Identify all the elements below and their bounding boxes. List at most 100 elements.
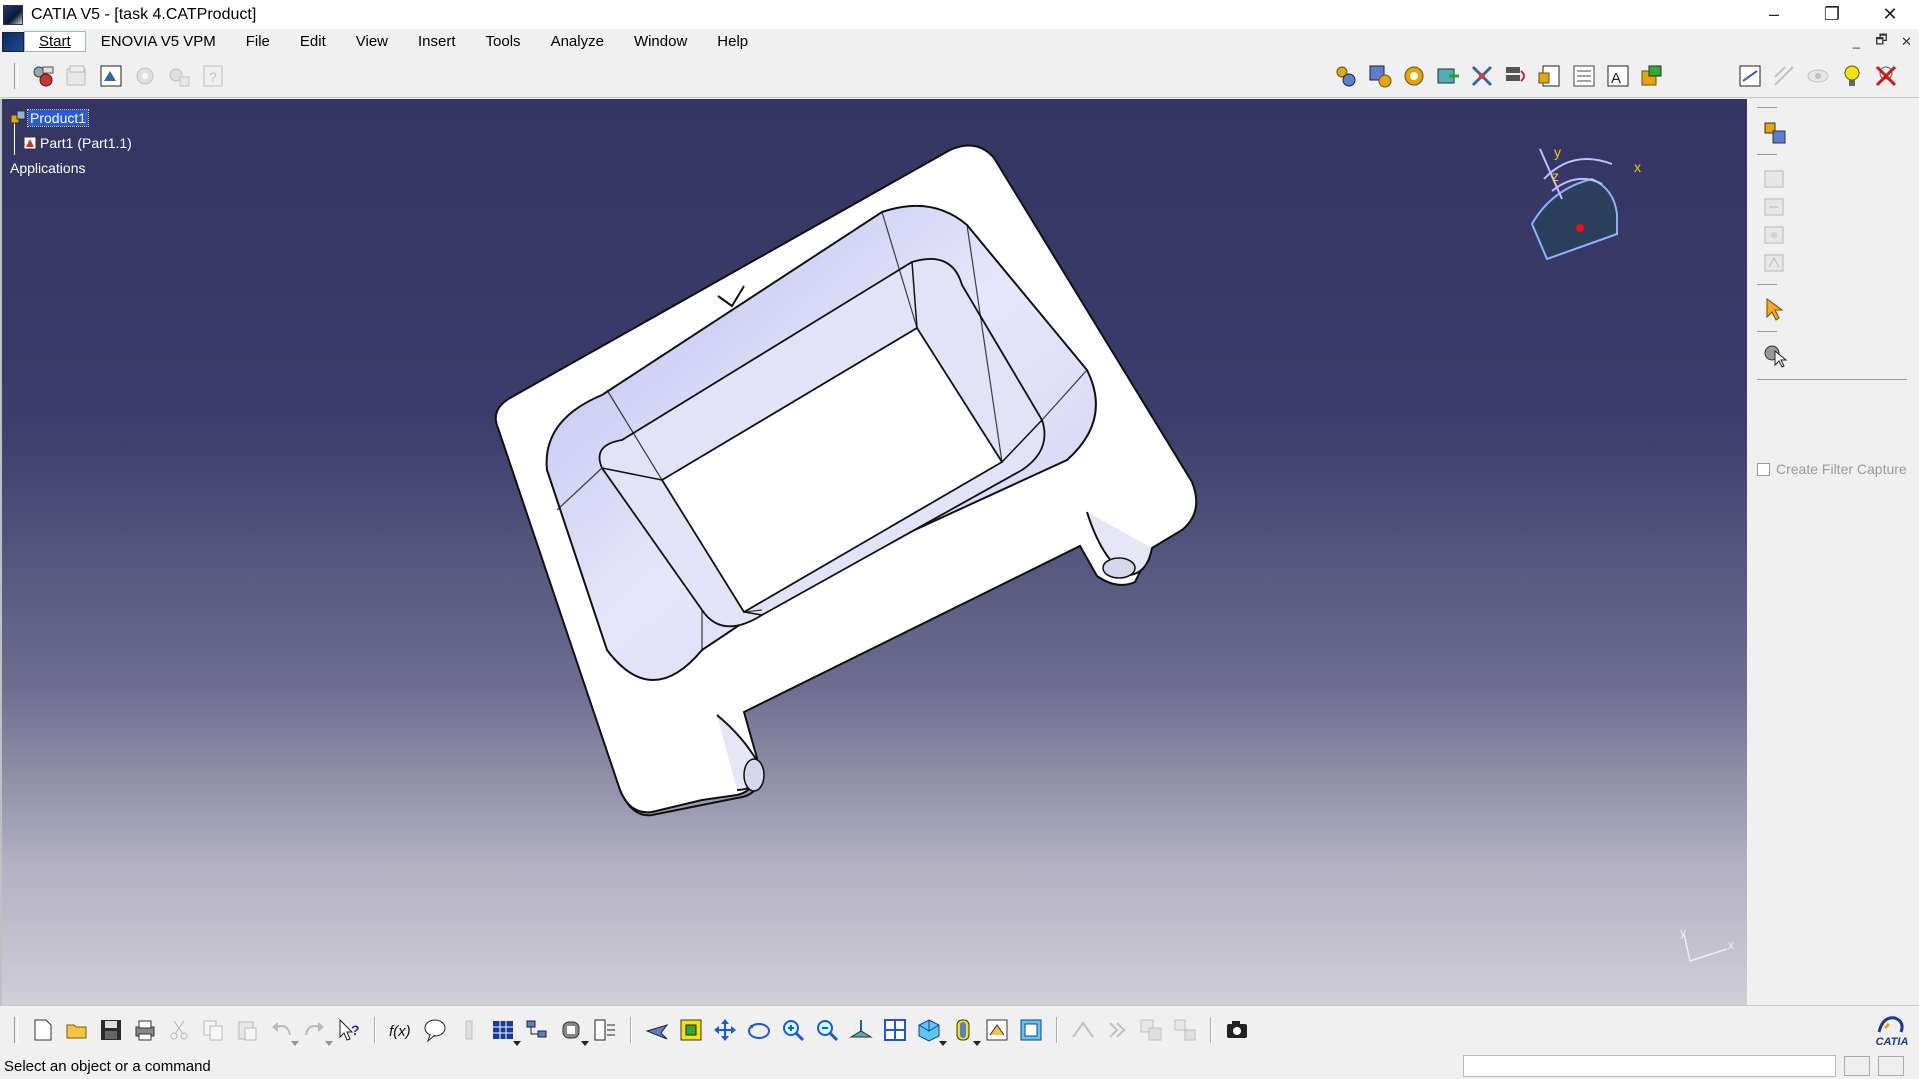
status-message: Select an object or a command <box>4 1057 211 1075</box>
undo-icon[interactable] <box>267 1016 299 1046</box>
existing-component-icon[interactable] <box>1761 165 1789 193</box>
analysis-icon[interactable] <box>1069 1016 1097 1044</box>
catalog-browser2-icon[interactable] <box>557 1016 589 1046</box>
fix-component-icon[interactable] <box>1400 62 1428 90</box>
snap-icon[interactable] <box>1502 62 1530 90</box>
select-arrow-icon[interactable] <box>1761 295 1789 323</box>
command-input[interactable] <box>1463 1055 1836 1077</box>
save-icon[interactable] <box>97 1016 125 1044</box>
isometric-view-icon[interactable] <box>915 1016 947 1046</box>
scenes-icon[interactable] <box>1570 62 1598 90</box>
create-filter-capture[interactable]: Create Filter Capture <box>1757 461 1907 477</box>
compass-widget[interactable]: y z x <box>1522 119 1642 269</box>
menu-window[interactable]: Window <box>619 33 702 50</box>
rotate-icon[interactable] <box>745 1016 773 1044</box>
tree-expand-icon[interactable] <box>523 1016 551 1044</box>
table-icon[interactable] <box>489 1016 521 1046</box>
fit-all-in-icon[interactable] <box>677 1016 705 1044</box>
move-icon[interactable] <box>1434 62 1462 90</box>
next-icon[interactable] <box>1103 1016 1131 1044</box>
explode-icon[interactable] <box>1468 62 1496 90</box>
group-icon[interactable] <box>1137 1016 1165 1044</box>
menu-start[interactable]: Start <box>24 31 86 52</box>
assembly-constraint-icon[interactable] <box>1366 62 1394 90</box>
product-management-icon[interactable] <box>63 62 91 90</box>
gears-options-icon[interactable] <box>29 62 57 90</box>
print-icon[interactable] <box>131 1016 159 1044</box>
bottom-toolbar: ? f(x) CATIA <box>0 1005 1919 1053</box>
new-component-icon[interactable] <box>1761 193 1789 221</box>
3d-part-model[interactable] <box>2 99 1747 1005</box>
top-toolbar: ? A <box>0 54 1919 98</box>
bill-of-material-icon[interactable] <box>1536 62 1564 90</box>
title-bar: CATIA V5 - [task 4.CATProduct] – ❐ ✕ <box>0 0 1919 29</box>
measure-icon[interactable] <box>1736 62 1764 90</box>
zoom-out-icon[interactable] <box>813 1016 841 1044</box>
doc-minimize-button[interactable]: _ <box>1844 29 1869 54</box>
menu-analyze[interactable]: Analyze <box>536 33 619 50</box>
design-table-icon[interactable] <box>455 1016 483 1044</box>
hide-show-icon[interactable] <box>1804 62 1832 90</box>
formula-icon[interactable]: f(x) <box>387 1016 415 1044</box>
catia-app-icon[interactable] <box>3 4 23 25</box>
normal-view-icon[interactable] <box>847 1016 875 1044</box>
gear-settings-icon[interactable] <box>131 62 159 90</box>
right-toolbar: Create Filter Capture <box>1749 99 1919 1005</box>
bottom-toolbar-grip[interactable] <box>14 1016 18 1043</box>
window-title: CATIA V5 - [task 4.CATProduct] <box>31 5 257 23</box>
paste-icon[interactable] <box>233 1016 261 1044</box>
lightbulb-icon[interactable] <box>1838 62 1866 90</box>
doc-restore-button[interactable]: 🗗 <box>1869 29 1894 54</box>
compass-z-label: z <box>1552 168 1559 184</box>
pan-icon[interactable] <box>711 1016 739 1044</box>
restore-button[interactable]: ❐ <box>1803 0 1861 29</box>
menu-help[interactable]: Help <box>702 33 763 50</box>
redo-icon[interactable] <box>301 1016 333 1046</box>
menu-edit[interactable]: Edit <box>285 33 341 50</box>
comment-icon[interactable] <box>421 1016 449 1044</box>
whats-this-icon[interactable]: ? <box>335 1016 363 1044</box>
cut-icon[interactable] <box>165 1016 193 1044</box>
new-file-icon[interactable] <box>29 1016 57 1044</box>
stop-command-button[interactable] <box>1878 1056 1904 1076</box>
swap-visible-space-icon[interactable] <box>1017 1016 1045 1044</box>
annotation-icon[interactable]: A <box>1604 62 1632 90</box>
copy-icon[interactable] <box>199 1016 227 1044</box>
fly-mode-icon[interactable] <box>643 1016 671 1044</box>
new-part-icon[interactable] <box>1761 249 1789 277</box>
parameter-list-icon[interactable] <box>591 1016 619 1044</box>
toolbar-grip[interactable] <box>14 62 18 89</box>
compass-y-label: y <box>1554 144 1561 160</box>
close-button[interactable]: ✕ <box>1861 0 1919 29</box>
minimize-button[interactable]: – <box>1745 0 1803 29</box>
menu-tools[interactable]: Tools <box>471 33 536 50</box>
menu-insert[interactable]: Insert <box>403 33 471 50</box>
filter-capture-checkbox[interactable] <box>1757 462 1770 476</box>
query-icon[interactable]: ? <box>199 62 227 90</box>
zoom-in-icon[interactable] <box>779 1016 807 1044</box>
catalog-browser-icon[interactable] <box>1638 62 1666 90</box>
ungroup-icon[interactable] <box>1171 1016 1199 1044</box>
document-icon[interactable] <box>2 31 24 52</box>
svg-text:f(x): f(x) <box>389 1023 411 1040</box>
hide-show-toggle-icon[interactable] <box>983 1016 1011 1044</box>
doc-close-button[interactable]: ✕ <box>1894 29 1919 54</box>
menu-view[interactable]: View <box>341 33 403 50</box>
power-input-button[interactable] <box>1844 1056 1870 1076</box>
sectioning-icon[interactable] <box>1770 62 1798 90</box>
3d-viewport[interactable]: Product1 Part1 (Part1.1) Applications y … <box>0 99 1747 1005</box>
new-product-icon[interactable] <box>1761 221 1789 249</box>
svg-text:?: ? <box>351 1022 360 1038</box>
capture-camera-icon[interactable] <box>1223 1016 1251 1044</box>
menu-enovia[interactable]: ENOVIA V5 VPM <box>86 33 231 50</box>
open-folder-icon[interactable] <box>63 1016 91 1044</box>
product-structure-icon[interactable] <box>1761 119 1789 147</box>
catalog-select-icon[interactable] <box>1761 341 1789 369</box>
knowledge-icon[interactable] <box>165 62 193 90</box>
update-icon[interactable] <box>1332 62 1360 90</box>
menu-file[interactable]: File <box>231 33 285 50</box>
shading-icon[interactable] <box>949 1016 981 1046</box>
catalog-icon[interactable] <box>97 62 125 90</box>
multi-view-icon[interactable] <box>881 1016 909 1044</box>
delete-filter-icon[interactable] <box>1872 62 1900 90</box>
